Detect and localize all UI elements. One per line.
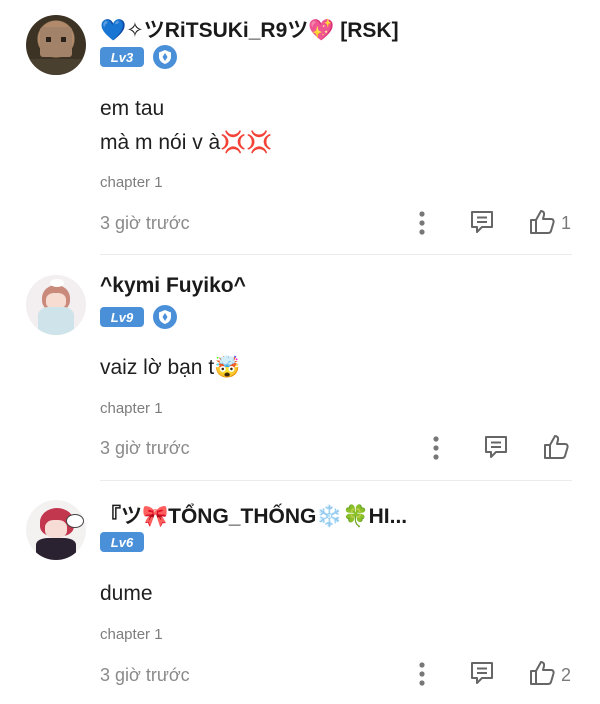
thumbs-up-icon[interactable]: [526, 206, 558, 238]
username[interactable]: ^kymi Fuyiko^: [100, 274, 246, 298]
level-badge: Lv6: [100, 532, 144, 552]
comment-item: ^kymi Fuyiko^ Lv9 vaiz lờ bạn t🤯 chapter…: [0, 254, 600, 480]
chapter-link[interactable]: chapter 1: [100, 626, 163, 643]
comment-text-line: vaiz lờ bạn t🤯: [100, 356, 241, 379]
reply-comment-icon[interactable]: [468, 207, 496, 237]
reply-comment-icon[interactable]: [468, 658, 496, 688]
level-badge: Lv3: [100, 47, 144, 67]
level-badge: Lv9: [100, 307, 144, 327]
username[interactable]: 💙✧ツRiTSUKi_R9ツ💖 [RSK]: [100, 14, 399, 44]
thumbs-up-icon[interactable]: [540, 431, 572, 463]
chapter-link[interactable]: chapter 1: [100, 174, 163, 191]
comment-text-line: dume: [100, 582, 153, 605]
like-count: 1: [561, 213, 572, 233]
reply-comment-icon[interactable]: [482, 432, 510, 462]
more-vertical-icon[interactable]: [410, 208, 434, 238]
comment-text-line: mà m nói v à💢💢: [100, 131, 273, 154]
chapter-link[interactable]: chapter 1: [100, 400, 163, 417]
timestamp: 3 giờ trước: [100, 213, 190, 233]
like-count: 2: [561, 665, 572, 685]
more-vertical-icon[interactable]: [410, 659, 434, 689]
shield-badge-icon: [153, 45, 177, 69]
comment-text-line: em tau: [100, 97, 165, 120]
avatar[interactable]: [26, 275, 86, 335]
username[interactable]: 『ツ🎀TỔNG_THỐNG❄️🍀HI...: [100, 500, 407, 530]
timestamp: 3 giờ trước: [100, 665, 190, 685]
shield-badge-icon: [153, 305, 177, 329]
comment-item: 💙✧ツRiTSUKi_R9ツ💖 [RSK] Lv3 em tau mà m nó…: [0, 0, 600, 254]
thumbs-up-icon[interactable]: [526, 657, 558, 689]
more-vertical-icon[interactable]: [424, 433, 448, 463]
timestamp: 3 giờ trước: [100, 438, 190, 458]
avatar[interactable]: [26, 500, 86, 560]
avatar[interactable]: [26, 15, 86, 75]
comment-item: 『ツ🎀TỔNG_THỐNG❄️🍀HI... Lv6 dume chapter 1…: [0, 480, 600, 704]
